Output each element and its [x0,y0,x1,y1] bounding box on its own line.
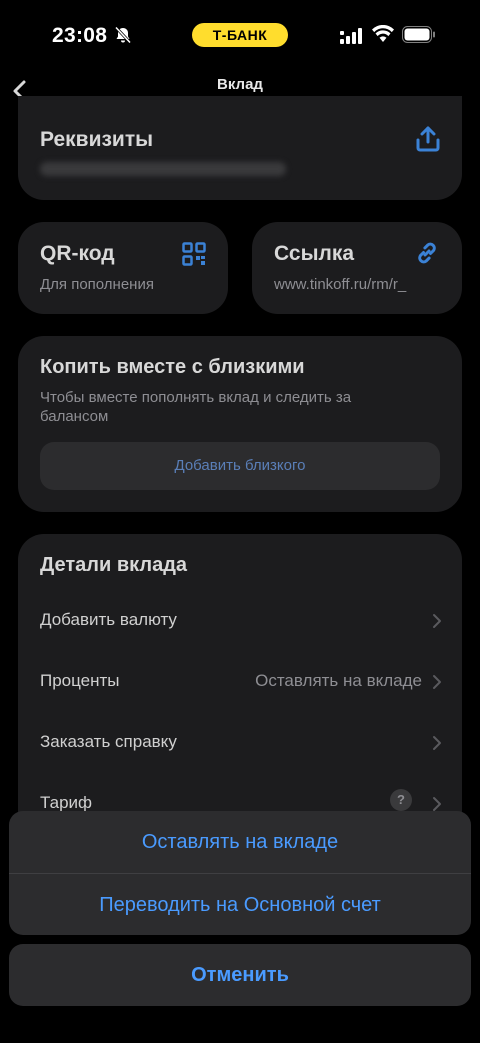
save-together-description: Чтобы вместе пополнять вклад и следить з… [40,389,352,425]
bank-badge[interactable]: Т-БАНК [192,23,288,47]
help-icon[interactable]: ? [390,789,412,811]
row-order-statement[interactable]: Заказать справку [18,718,462,768]
row-label: Заказать справку [40,732,177,751]
chevron-right-icon [433,736,441,750]
qr-code-icon [182,242,206,266]
share-upload-icon[interactable] [416,126,440,152]
transfer-to-main-account-option[interactable]: Переводить на Основной счет [9,873,471,935]
requisites-card[interactable]: Реквизиты [18,96,462,200]
row-interest[interactable]: Проценты Оставлять на вкладе [18,657,462,707]
qr-code-tile[interactable]: QR-код Для пополнения [18,222,228,314]
link-subtitle: www.tinkoff.ru/rm/r_ [274,276,407,293]
row-value: Оставлять на вкладе [255,671,422,690]
row-label: Тариф [40,793,93,812]
link-title: Ссылка [274,242,355,265]
action-sheet: Оставлять на вкладе Переводить на Основн… [9,811,471,935]
clock: 23:08 [52,24,108,47]
bell-off-icon [114,26,132,44]
qr-subtitle: Для пополнения [40,276,154,293]
qr-title: QR-код [40,242,115,265]
link-chain-icon [418,242,436,264]
row-label: Проценты [40,671,120,690]
chevron-right-icon [433,614,441,628]
status-bar: 23:08 Т-БАНК [0,0,480,70]
signal-icon [340,28,362,44]
battery-icon [402,26,435,43]
link-tile[interactable]: Ссылка www.tinkoff.ru/rm/r_ [252,222,462,314]
requisites-hidden-value [40,162,286,176]
cancel-button[interactable]: Отменить [9,944,471,1006]
deposit-details-title: Детали вклада [40,554,188,576]
wifi-icon [372,25,394,42]
save-together-card: Копить вместе с близкими Чтобы вместе по… [18,336,462,512]
add-relative-button[interactable]: Добавить близкого [40,442,440,490]
chevron-right-icon [433,797,441,811]
chevron-right-icon [433,675,441,689]
row-label: Добавить валюту [40,610,177,629]
requisites-title: Реквизиты [40,128,154,151]
row-add-currency[interactable]: Добавить валюту [18,596,462,646]
keep-on-deposit-option[interactable]: Оставлять на вкладе [9,811,471,873]
deposit-details-card: Детали вклада Добавить валюту Проценты О… [18,534,462,854]
page-title: Вклад [217,76,263,93]
save-together-title: Копить вместе с близкими [40,356,305,378]
